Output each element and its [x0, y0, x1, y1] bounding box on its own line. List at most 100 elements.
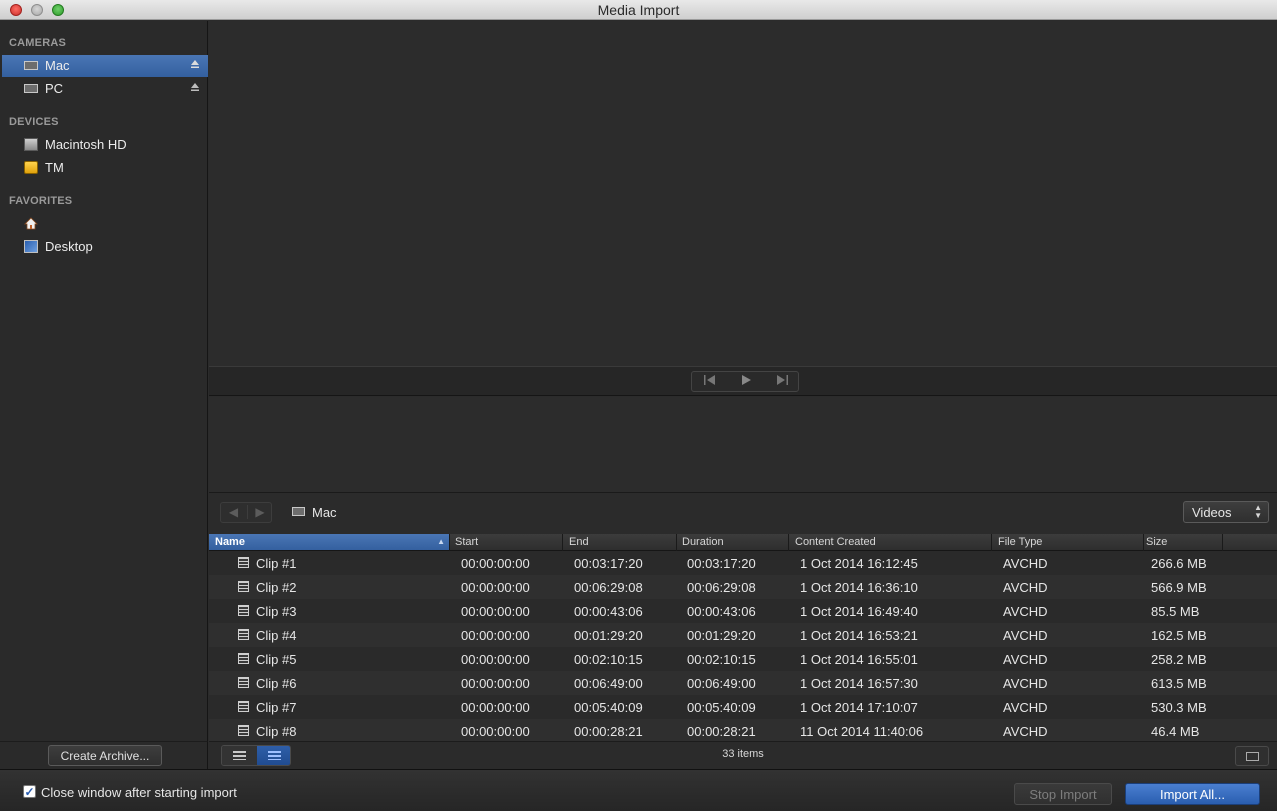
- sidebar-item-pc[interactable]: PC: [2, 78, 208, 100]
- table-row[interactable]: Clip #7 00:00:00:00 00:05:40:09 00:05:40:09…: [209, 695, 1277, 719]
- back-button[interactable]: ◀: [221, 505, 246, 519]
- table-header: Name ▲ Start End Duration Content Create…: [209, 534, 1277, 551]
- cell-name: Clip #3: [256, 604, 297, 619]
- skip-forward-icon: [777, 375, 788, 385]
- previous-clip-button[interactable]: [692, 374, 728, 391]
- import-bar: ✓ Close window after starting import Sto…: [0, 769, 1277, 811]
- cell-file-type: AVCHD: [1003, 604, 1048, 619]
- transport-bar: [209, 366, 1277, 396]
- cell-file-type: AVCHD: [1003, 580, 1048, 595]
- table-row[interactable]: Clip #6 00:00:00:00 00:06:49:00 00:06:49:00…: [209, 671, 1277, 695]
- filmstrip-area: [209, 397, 1277, 493]
- table-row[interactable]: Clip #5 00:00:00:00 00:02:10:15 00:02:10:15…: [209, 647, 1277, 671]
- import-all-button[interactable]: Import All...: [1125, 783, 1260, 805]
- filmstrip-toggle-button[interactable]: [1235, 746, 1269, 766]
- sidebar-item-macintosh-hd[interactable]: Macintosh HD: [2, 134, 208, 156]
- cell-start: 00:00:00:00: [461, 724, 530, 739]
- create-archive-button[interactable]: Create Archive...: [48, 745, 162, 766]
- column-header-name[interactable]: Name ▲: [209, 534, 449, 550]
- cell-name: Clip #2: [256, 580, 297, 595]
- film-icon: [1246, 752, 1259, 761]
- column-header-label: Name: [215, 536, 245, 548]
- cell-duration: 00:02:10:15: [687, 652, 756, 667]
- table-row[interactable]: Clip #3 00:00:00:00 00:00:43:06 00:00:43:06…: [209, 599, 1277, 623]
- video-clip-icon: [238, 701, 249, 712]
- window-titlebar: Media Import: [0, 0, 1277, 20]
- video-clip-icon: [238, 605, 249, 616]
- cell-name: Clip #1: [256, 556, 297, 571]
- desktop-folder-icon: [24, 240, 38, 253]
- stop-import-button[interactable]: Stop Import: [1014, 783, 1112, 805]
- cell-size: 266.6 MB: [1151, 556, 1207, 571]
- clips-table: Name ▲ Start End Duration Content Create…: [209, 534, 1277, 741]
- column-header-file-type[interactable]: File Type: [998, 536, 1042, 551]
- table-row[interactable]: Clip #1 00:00:00:00 00:03:17:20 00:03:17:20…: [209, 551, 1277, 575]
- eject-icon[interactable]: [190, 82, 200, 92]
- cell-size: 85.5 MB: [1151, 604, 1200, 619]
- cell-name: Clip #4: [256, 628, 297, 643]
- column-header-end[interactable]: End: [569, 536, 589, 551]
- cell-end: 00:01:29:20: [574, 628, 643, 643]
- cell-start: 00:00:00:00: [461, 604, 530, 619]
- cell-size: 566.9 MB: [1151, 580, 1207, 595]
- breadcrumb: Mac: [312, 505, 337, 520]
- cell-file-type: AVCHD: [1003, 652, 1048, 667]
- close-window-label: Close window after starting import: [41, 785, 237, 800]
- cell-end: 00:03:17:20: [574, 556, 643, 571]
- sidebar-item-label: Macintosh HD: [45, 137, 127, 152]
- cell-end: 00:06:49:00: [574, 676, 643, 691]
- camera-icon: [24, 61, 38, 70]
- table-row[interactable]: Clip #4 00:00:00:00 00:01:29:20 00:01:29:20…: [209, 623, 1277, 647]
- cell-end: 00:06:29:08: [574, 580, 643, 595]
- eject-icon[interactable]: [190, 59, 200, 69]
- cell-name: Clip #8: [256, 724, 297, 739]
- sort-ascending-icon: ▲: [437, 537, 445, 546]
- home-icon: [24, 217, 38, 230]
- cell-end: 00:00:28:21: [574, 724, 643, 739]
- sidebar-item-label: Desktop: [45, 239, 93, 254]
- play-button[interactable]: [728, 374, 764, 391]
- column-header-start[interactable]: Start: [455, 536, 478, 551]
- video-clip-icon: [238, 725, 249, 736]
- cell-start: 00:00:00:00: [461, 556, 530, 571]
- cell-duration: 00:01:29:20: [687, 628, 756, 643]
- cell-duration: 00:06:29:08: [687, 580, 756, 595]
- hard-drive-icon: [24, 138, 38, 151]
- next-clip-button[interactable]: [764, 374, 800, 391]
- cell-name: Clip #5: [256, 652, 297, 667]
- preview-viewer: [209, 21, 1277, 366]
- media-type-select[interactable]: Videos ▲ ▼: [1183, 501, 1269, 523]
- cell-end: 00:05:40:09: [574, 700, 643, 715]
- history-nav: ◀ ▶: [220, 502, 272, 523]
- cell-duration: 00:03:17:20: [687, 556, 756, 571]
- item-count: 33 items: [722, 748, 764, 760]
- sidebar-item-tm[interactable]: TM: [2, 157, 208, 179]
- cell-content-created: 1 Oct 2014 16:57:30: [800, 676, 918, 691]
- cell-content-created: 1 Oct 2014 16:36:10: [800, 580, 918, 595]
- cameras-heading: CAMERAS: [9, 37, 67, 49]
- transport-controls: [691, 371, 799, 392]
- forward-button[interactable]: ▶: [247, 505, 272, 519]
- cell-start: 00:00:00:00: [461, 700, 530, 715]
- cell-content-created: 1 Oct 2014 16:12:45: [800, 556, 918, 571]
- sidebar-item-mac[interactable]: Mac: [2, 55, 208, 77]
- sidebar-item-label: Mac: [45, 58, 70, 73]
- cell-content-created: 1 Oct 2014 16:55:01: [800, 652, 918, 667]
- window-title: Media Import: [597, 2, 680, 18]
- table-row[interactable]: Clip #2 00:00:00:00 00:06:29:08 00:06:29:08…: [209, 575, 1277, 599]
- sidebar-item-desktop[interactable]: Desktop: [2, 236, 208, 258]
- column-header-content-created[interactable]: Content Created: [795, 536, 876, 551]
- column-header-duration[interactable]: Duration: [682, 536, 724, 551]
- close-window-checkbox[interactable]: ✓: [23, 785, 36, 798]
- sidebar-footer: Create Archive...: [0, 741, 208, 769]
- cell-size: 258.2 MB: [1151, 652, 1207, 667]
- favorites-heading: FAVORITES: [9, 195, 73, 207]
- cell-start: 00:00:00:00: [461, 580, 530, 595]
- table-row[interactable]: Clip #8 00:00:00:00 00:00:28:21 00:00:28:21…: [209, 719, 1277, 741]
- camera-icon: [24, 84, 38, 93]
- sidebar-item-home[interactable]: [2, 213, 208, 235]
- cell-content-created: 1 Oct 2014 16:53:21: [800, 628, 918, 643]
- cell-duration: 00:06:49:00: [687, 676, 756, 691]
- cell-file-type: AVCHD: [1003, 700, 1048, 715]
- column-header-size[interactable]: Size: [1146, 536, 1167, 551]
